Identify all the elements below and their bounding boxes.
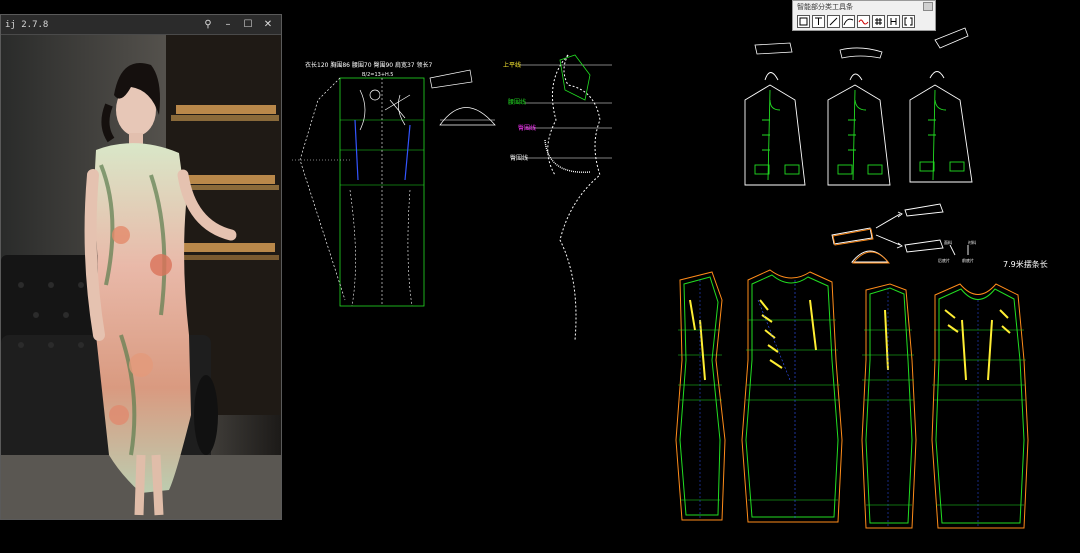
jacket-views (744, 71, 973, 186)
qipao-pattern-4 (931, 283, 1029, 529)
lining-mark-label: 衬料 (968, 239, 976, 245)
body-form-silhouette (520, 54, 612, 341)
note-label: 7.9米摆条长 (1003, 259, 1048, 269)
qipao-pattern-3 (861, 283, 917, 529)
left-piece-label: 后底片 (938, 257, 950, 263)
cad-canvas[interactable]: 衣长120 胸围86 腰围70 臀围90 肩宽37 领长7 B/2=13+H.5… (0, 0, 1080, 553)
knee-line-label: 臀围线 (510, 154, 528, 162)
sleeve-pieces (831, 203, 969, 264)
hip-line-label: 臀围线 (518, 124, 536, 132)
qipao-base-draft (292, 69, 496, 307)
qipao-pattern-1 (675, 271, 726, 521)
draft-formula: B/2=13+H.5 (362, 72, 393, 78)
collar-pieces (754, 27, 969, 59)
waist-line-label: 腰围线 (508, 98, 526, 106)
right-piece-label: 前底片 (962, 257, 974, 263)
qipao-pattern-2 (741, 269, 843, 523)
chest-line-label: 上平线 (503, 61, 521, 69)
draft-measurements: 衣长120 胸围86 腰围70 臀围90 肩宽37 领长7 (305, 61, 433, 69)
fabric-mark-label: 面料 (944, 239, 952, 245)
